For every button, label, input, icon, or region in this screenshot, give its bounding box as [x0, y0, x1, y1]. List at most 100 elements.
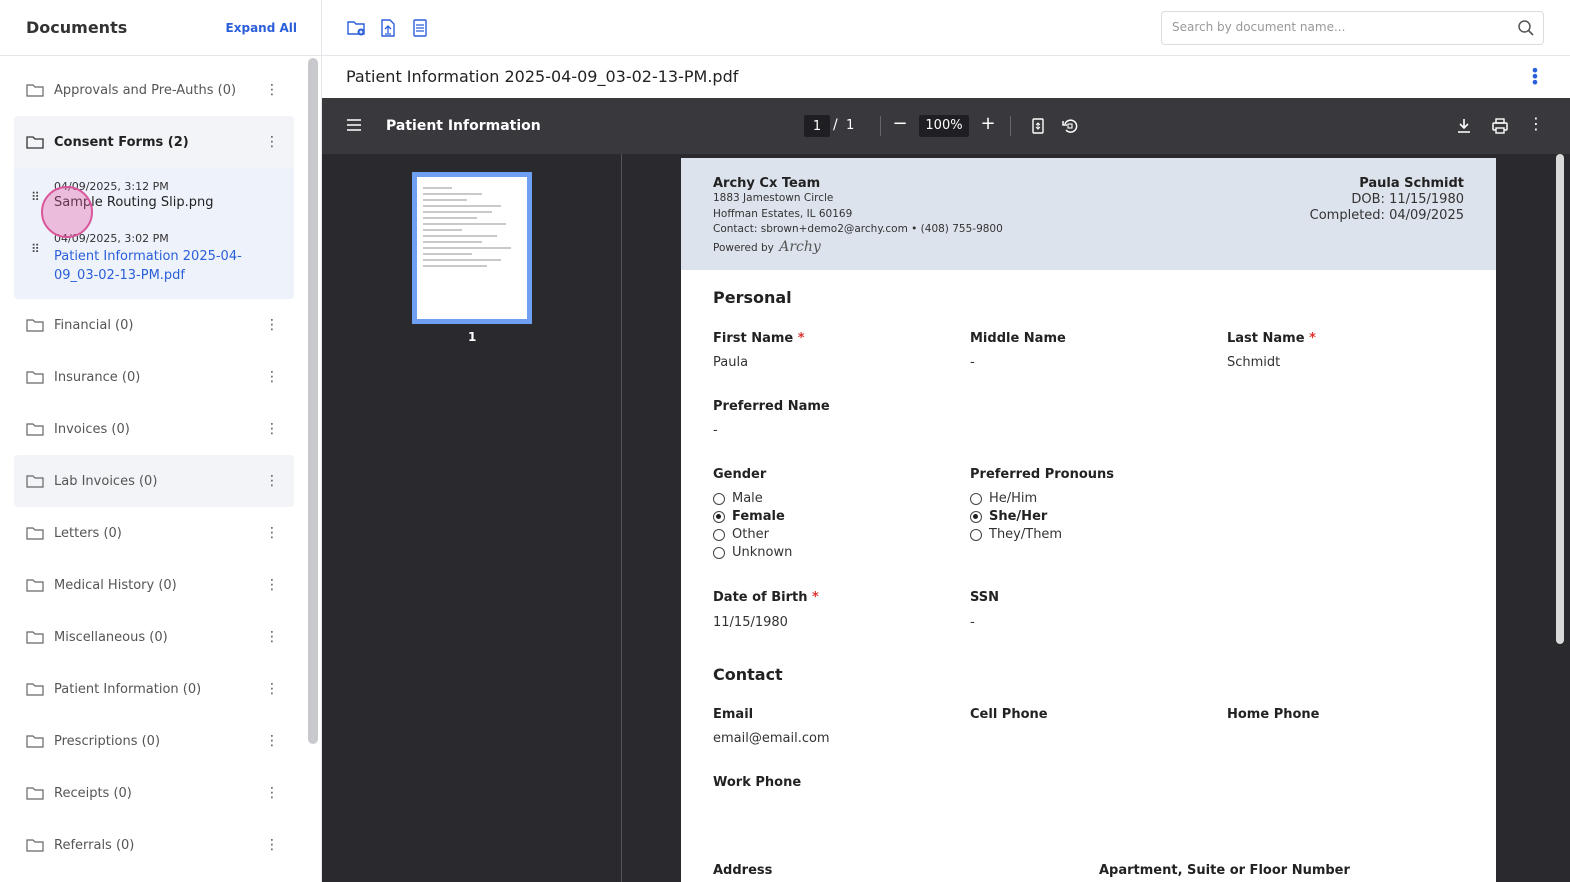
- folder-icon: [26, 319, 44, 332]
- folder-item[interactable]: Patient Information (0) ⋮: [14, 663, 294, 715]
- radio-label: Other: [732, 527, 769, 542]
- search-icon[interactable]: [1517, 19, 1535, 37]
- page-thumbnail[interactable]: [412, 172, 532, 324]
- more-options-icon[interactable]: ⋮: [1526, 114, 1546, 133]
- sidebar-scrollbar[interactable]: [308, 58, 318, 744]
- field-value: 11/15/1980: [713, 615, 788, 630]
- radio-circle: [970, 492, 982, 505]
- completed-date: Completed: 04/09/2025: [1309, 208, 1464, 223]
- pdf-scrollbar[interactable]: [1556, 154, 1564, 644]
- field-value: email@email.com: [713, 731, 830, 746]
- document-title-bar: Patient Information 2025-04-09_03-02-13-…: [322, 56, 1570, 98]
- field-label: Date of Birth *: [713, 590, 819, 605]
- zoom-out-icon[interactable]: −: [890, 113, 910, 134]
- radio-option: Male: [713, 491, 763, 506]
- documents-sidebar: Documents Expand All Approvals and Pre-A…: [0, 0, 322, 882]
- field-value: Paula: [713, 355, 749, 370]
- folder-menu-icon[interactable]: ⋮: [262, 474, 282, 488]
- folder-icon: [26, 475, 44, 488]
- radio-circle: [713, 546, 725, 559]
- folder-label: Lab Invoices (0): [54, 473, 158, 489]
- upload-file-icon[interactable]: [378, 18, 398, 38]
- radio-option: Unknown: [713, 545, 792, 560]
- folder-label: Receipts (0): [54, 785, 132, 801]
- folder-icon: [26, 423, 44, 436]
- pdf-page-area: Archy Cx Team 1883 Jamestown Circle Hoff…: [623, 154, 1570, 882]
- toolbar-divider: [1010, 116, 1011, 136]
- radio-option: He/Him: [970, 491, 1037, 506]
- search-box: [1161, 11, 1544, 45]
- folder-icon: [26, 683, 44, 696]
- folder-menu-icon[interactable]: ⋮: [262, 682, 282, 696]
- radio-label: Male: [732, 491, 763, 506]
- pdf-toolbar: Patient Information / 1 − 100% + ⋮: [322, 98, 1570, 154]
- folder-menu-icon[interactable]: ⋮: [262, 786, 282, 800]
- scan-document-icon[interactable]: [410, 18, 430, 38]
- document-menu-icon[interactable]: • • •: [1530, 63, 1540, 91]
- folder-menu-icon[interactable]: ⋮: [262, 370, 282, 384]
- folder-menu-icon[interactable]: ⋮: [262, 630, 282, 644]
- drag-handle-icon[interactable]: ⠿: [31, 191, 40, 203]
- radio-label: Female: [732, 509, 785, 524]
- folder-menu-icon[interactable]: ⋮: [262, 734, 282, 748]
- field-value: -: [713, 423, 718, 438]
- folder-item[interactable]: Referrals (0) ⋮: [14, 819, 294, 871]
- folder-item[interactable]: Letters (0) ⋮: [14, 507, 294, 559]
- folder-open-icon: [26, 136, 44, 149]
- page-number-input[interactable]: [804, 115, 830, 137]
- folder-item[interactable]: Invoices (0) ⋮: [14, 403, 294, 455]
- document-title: Patient Information 2025-04-09_03-02-13-…: [346, 67, 739, 86]
- folder-item[interactable]: Financial (0) ⋮: [14, 299, 294, 351]
- folder-menu-icon[interactable]: ⋮: [262, 135, 282, 149]
- folder-label: Invoices (0): [54, 421, 130, 437]
- field-label: Preferred Name: [713, 399, 830, 414]
- section-heading: Contact: [713, 665, 783, 684]
- pdf-page: Archy Cx Team 1883 Jamestown Circle Hoff…: [681, 158, 1496, 882]
- app-root: Documents Expand All Approvals and Pre-A…: [0, 0, 1570, 882]
- page-total: 1: [846, 118, 855, 133]
- menu-icon[interactable]: [346, 118, 362, 132]
- expand-all-link[interactable]: Expand All: [226, 21, 297, 35]
- fit-page-icon[interactable]: [1028, 116, 1048, 136]
- file-date: 04/09/2025, 3:02 PM: [54, 232, 169, 245]
- zoom-level[interactable]: 100%: [919, 115, 969, 137]
- folder-label: Referrals (0): [54, 837, 135, 853]
- download-icon[interactable]: [1454, 116, 1474, 136]
- folder-menu-icon[interactable]: ⋮: [262, 422, 282, 436]
- folder-item[interactable]: Lab Invoices (0) ⋮: [14, 455, 294, 507]
- folder-label: Medical History (0): [54, 577, 177, 593]
- folder-item[interactable]: Medical History (0) ⋮: [14, 559, 294, 611]
- radio-option-selected: Female: [713, 509, 785, 524]
- thumbnail-preview: [417, 177, 527, 319]
- search-input[interactable]: [1172, 20, 1492, 34]
- field-label: Preferred Pronouns: [970, 467, 1115, 482]
- pdf-viewer: Patient Information / 1 − 100% + ⋮: [322, 98, 1570, 882]
- folder-icon: [26, 735, 44, 748]
- folder-menu-icon[interactable]: ⋮: [262, 83, 282, 97]
- folder-item[interactable]: Receipts (0) ⋮: [14, 767, 294, 819]
- field-label: Cell Phone: [970, 707, 1048, 722]
- folder-item-open[interactable]: Consent Forms (2) ⋮: [14, 116, 294, 168]
- rotate-icon[interactable]: [1060, 116, 1080, 136]
- folder-label: Insurance (0): [54, 369, 141, 385]
- patient-dob: DOB: 11/15/1980: [1351, 192, 1464, 207]
- folder-item[interactable]: Insurance (0) ⋮: [14, 351, 294, 403]
- folder-menu-icon[interactable]: ⋮: [262, 578, 282, 592]
- contact-line: Contact: sbrown+demo2@archy.com • (408) …: [713, 223, 1003, 235]
- folder-label: Patient Information (0): [54, 681, 202, 697]
- folder-menu-icon[interactable]: ⋮: [262, 838, 282, 852]
- folder-item[interactable]: Miscellaneous (0) ⋮: [14, 611, 294, 663]
- radio-label: He/Him: [989, 491, 1038, 506]
- radio-option-selected: She/Her: [970, 509, 1047, 524]
- folder-item[interactable]: Approvals and Pre-Auths (0) ⋮: [14, 64, 294, 116]
- folder-menu-icon[interactable]: ⋮: [262, 526, 282, 540]
- radio-circle: [713, 492, 725, 505]
- drag-handle-icon[interactable]: ⠿: [31, 243, 40, 255]
- folder-icon: [26, 839, 44, 852]
- folder-item[interactable]: Prescriptions (0) ⋮: [14, 715, 294, 767]
- new-folder-icon[interactable]: [346, 18, 366, 38]
- field-label: Email: [713, 707, 754, 722]
- folder-menu-icon[interactable]: ⋮: [262, 318, 282, 332]
- print-icon[interactable]: [1490, 116, 1510, 136]
- zoom-in-icon[interactable]: +: [978, 113, 998, 134]
